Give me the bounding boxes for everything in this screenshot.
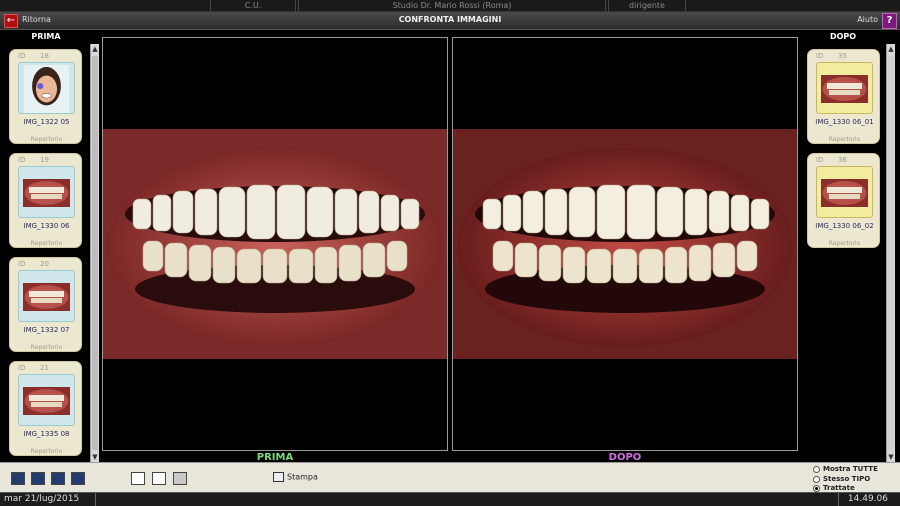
- filter-same-type[interactable]: Stesso TIPO: [813, 475, 870, 483]
- thumbnail-card[interactable]: ID 35 IMG_1330 06_01 Repertorio: [807, 49, 880, 144]
- filter-treated[interactable]: Trattate: [813, 484, 855, 492]
- id-label: ID: [816, 52, 824, 60]
- thumbnail-image[interactable]: [816, 166, 873, 218]
- current-time: 14.49.06: [847, 494, 888, 504]
- scroll-track[interactable]: [888, 56, 894, 450]
- printer-icon: [273, 472, 284, 482]
- id-label: ID: [816, 156, 824, 164]
- id-value: 20: [40, 260, 49, 268]
- image-name: IMG_1335 08: [23, 430, 70, 438]
- radio-icon: [813, 475, 820, 483]
- user-role: dirigente: [608, 0, 686, 12]
- image-source: Repertorio: [30, 136, 63, 143]
- image-source: Repertorio: [30, 344, 63, 351]
- id-label: ID: [18, 156, 26, 164]
- split-vertical-icon[interactable]: [173, 472, 187, 485]
- teeth-thumbnail-icon: [821, 75, 868, 103]
- after-list-scrollbar[interactable]: ▲ ▼: [886, 44, 895, 462]
- teeth-thumbnail-icon: [821, 179, 868, 207]
- id-value: 21: [40, 364, 49, 372]
- id-label: ID: [18, 52, 26, 60]
- id-value: 18: [40, 52, 49, 60]
- thumbnail-card[interactable]: ID 18 IMG_1322 05 Repertorio: [9, 49, 82, 144]
- before-image-pane[interactable]: [102, 37, 448, 451]
- thumbnail-card[interactable]: ID 20 IMG_1332 07 Repertorio: [9, 257, 82, 352]
- patient-code: C.U. [702571225024]: [210, 0, 296, 22]
- before-list-title: PRIMA: [31, 32, 61, 41]
- image-source: Repertorio: [30, 448, 63, 455]
- top-info-strip: C.U. [702571225024] Studio Dr. Mario Ros…: [0, 0, 900, 22]
- bottom-toolbar: Stampa Mostra TUTTE Stesso TIPO Trattate: [0, 462, 900, 492]
- teeth-thumbnail-icon: [23, 387, 70, 415]
- id-label: ID: [18, 364, 26, 372]
- thumbnail-card[interactable]: ID 36 IMG_1330 06_02 Repertorio: [807, 153, 880, 248]
- id-value: 19: [40, 156, 49, 164]
- title-bar: ← Ritorna CONFRONTA IMMAGINI Aiuto ?: [0, 12, 900, 30]
- before-teeth-photo: [103, 129, 447, 359]
- filter-label: Stesso TIPO: [823, 475, 871, 483]
- current-date: mar 21/lug/2015: [4, 494, 80, 504]
- id-value: 36: [838, 156, 847, 164]
- image-name: IMG_1330 06_02: [815, 222, 874, 230]
- image-name: IMG_1322 05: [23, 118, 70, 126]
- thumbnail-image[interactable]: [816, 62, 873, 114]
- fit-right-icon[interactable]: [51, 472, 65, 485]
- scroll-down-icon[interactable]: ▼: [887, 452, 895, 462]
- scroll-down-icon[interactable]: ▼: [91, 452, 99, 462]
- after-image-pane[interactable]: [452, 37, 798, 451]
- scroll-up-icon[interactable]: ▲: [91, 44, 99, 54]
- thumbnail-card[interactable]: ID 21 IMG_1335 08 Repertorio: [9, 361, 82, 456]
- face-thumbnail-icon: [23, 65, 70, 113]
- fit-left-icon[interactable]: [31, 472, 45, 485]
- image-source: Repertorio: [828, 136, 861, 143]
- single-view-icon[interactable]: [131, 472, 145, 485]
- image-source: Repertorio: [30, 240, 63, 247]
- radio-selected-icon: [813, 484, 820, 492]
- status-bar: mar 21/lug/2015 14.49.06: [0, 492, 900, 506]
- filter-show-all[interactable]: Mostra TUTTE: [813, 465, 878, 473]
- image-name: IMG_1330 06: [23, 222, 70, 230]
- thumbnail-image[interactable]: [18, 166, 75, 218]
- before-list-scrollbar[interactable]: ▲ ▼: [90, 44, 99, 462]
- print-label: Stampa: [287, 472, 318, 482]
- thumbnail-image[interactable]: [18, 62, 75, 114]
- split-horizontal-icon[interactable]: [152, 472, 166, 485]
- thumbnail-card[interactable]: ID 19 IMG_1330 06 Repertorio: [9, 153, 82, 248]
- help-label[interactable]: Aiuto: [857, 15, 878, 24]
- filter-label: Trattate: [823, 484, 855, 492]
- thumbnail-image[interactable]: [18, 374, 75, 426]
- help-button[interactable]: ?: [882, 13, 897, 29]
- after-teeth-photo: [453, 129, 797, 359]
- studio-name: Studio Dr. Mario Rossi (Roma): [298, 0, 606, 12]
- after-list-title: DOPO: [829, 32, 857, 41]
- image-source: Repertorio: [828, 240, 861, 247]
- page-title: CONFRONTA IMMAGINI: [398, 15, 502, 24]
- thumbnail-image[interactable]: [18, 270, 75, 322]
- fit-both-icon[interactable]: [11, 472, 25, 485]
- image-name: IMG_1332 07: [23, 326, 70, 334]
- teeth-thumbnail-icon: [23, 283, 70, 311]
- teeth-thumbnail-icon: [23, 179, 70, 207]
- scroll-track[interactable]: [92, 56, 98, 450]
- filter-label: Mostra TUTTE: [823, 465, 878, 473]
- image-name: IMG_1330 06_01: [815, 118, 874, 126]
- radio-icon: [813, 465, 820, 473]
- id-value: 35: [838, 52, 847, 60]
- print-button[interactable]: Stampa: [273, 472, 318, 486]
- fit-width-icon[interactable]: [71, 472, 85, 485]
- id-label: ID: [18, 260, 26, 268]
- scroll-up-icon[interactable]: ▲: [887, 44, 895, 54]
